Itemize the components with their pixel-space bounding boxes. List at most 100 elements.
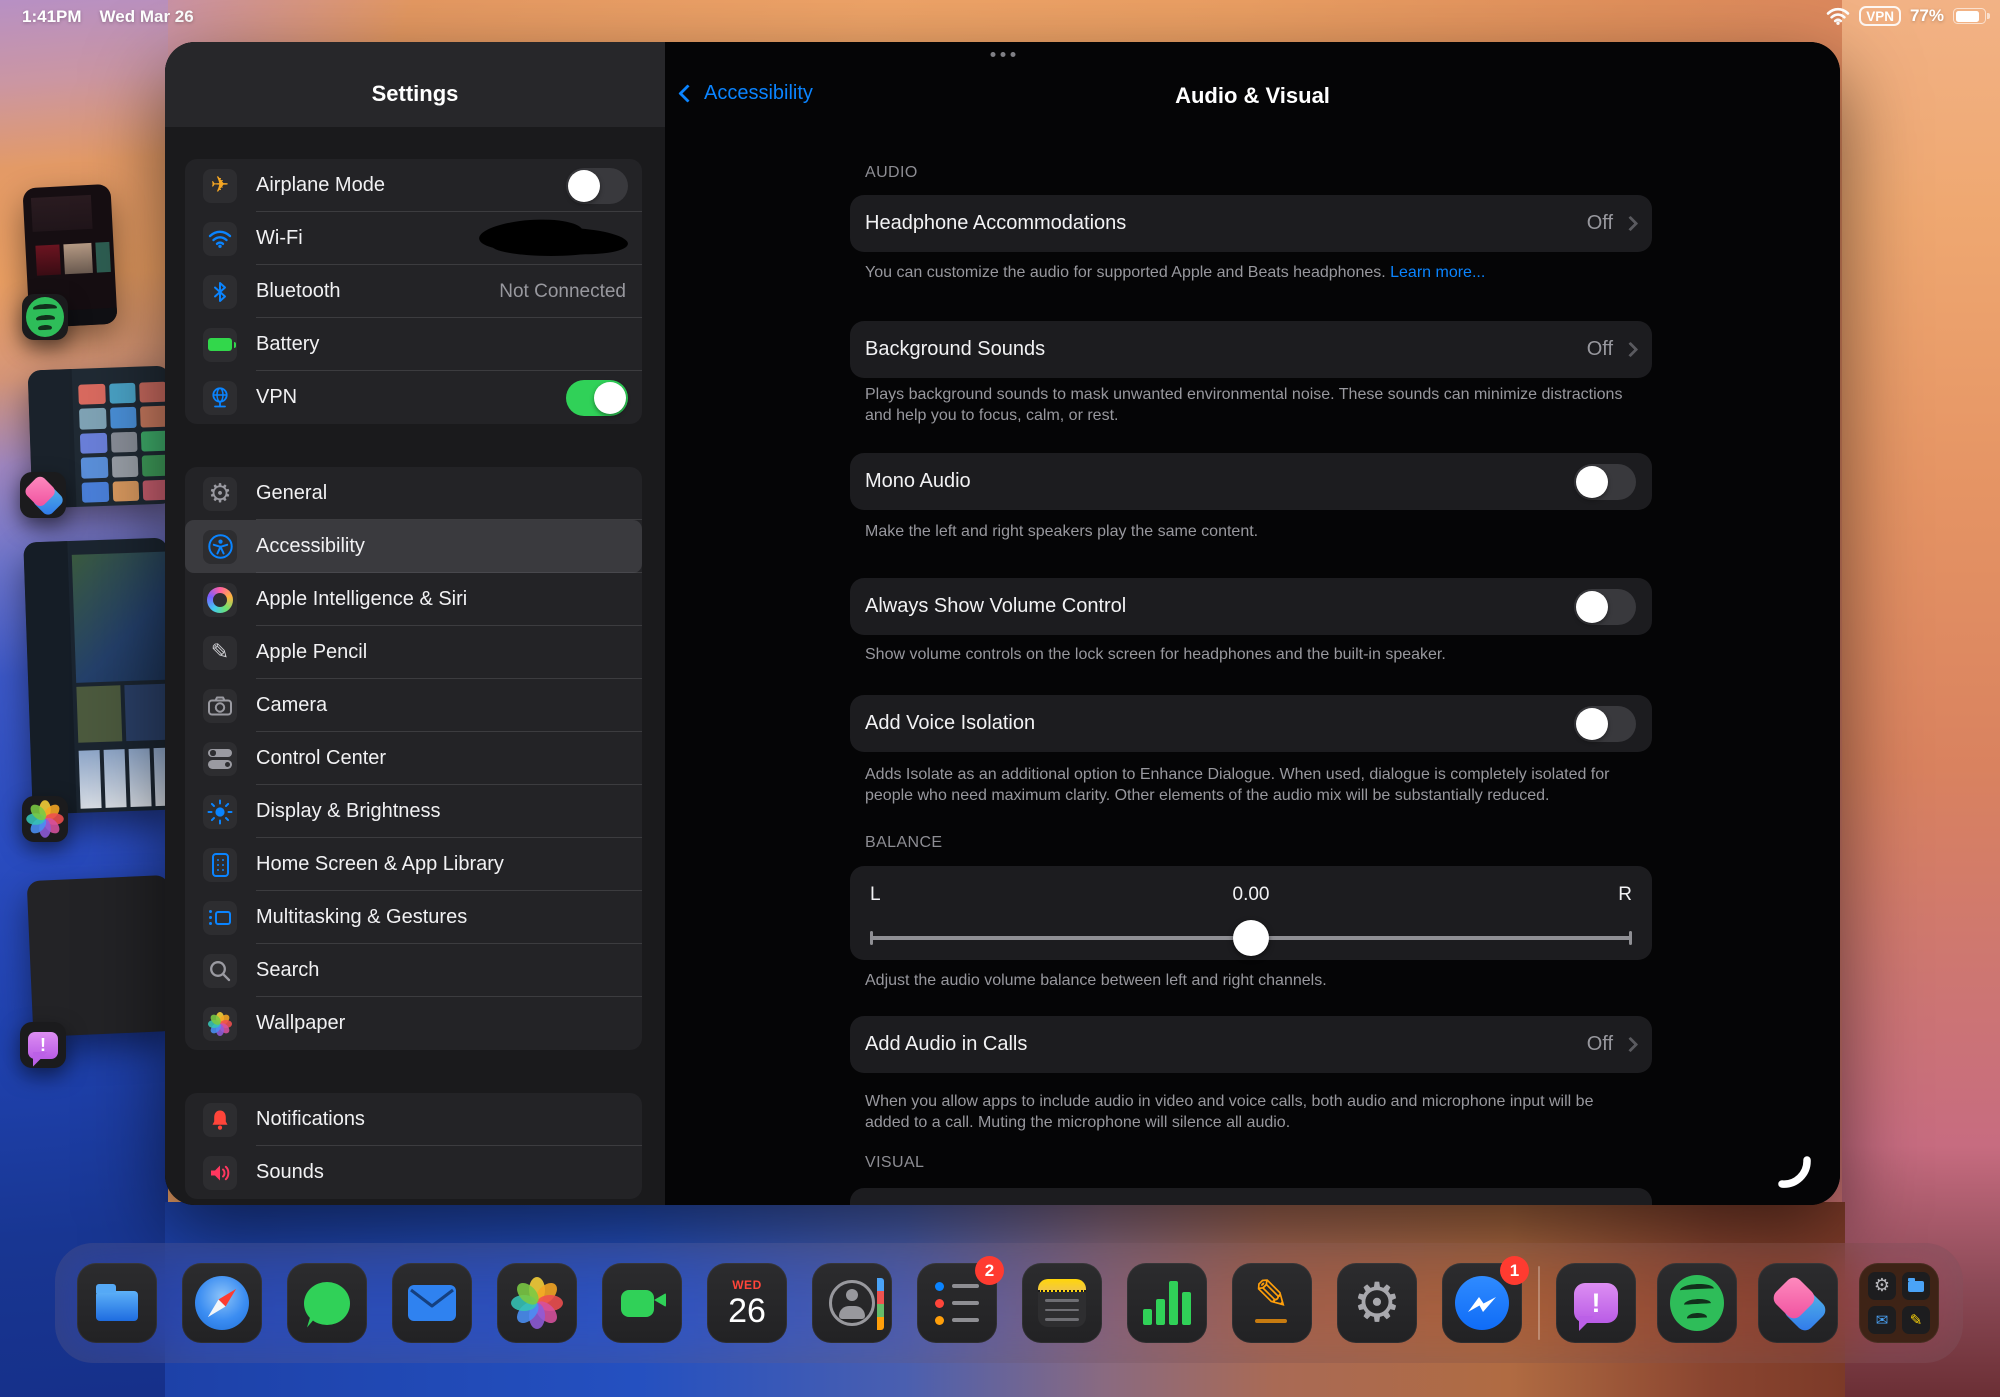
sidebar-item-vpn[interactable]: VPN [185,371,642,424]
dock-app-library-icon[interactable]: ⚙ ✉ ✎ [1859,1263,1939,1343]
sidebar-item-notifications[interactable]: Notifications [185,1093,642,1146]
dock-main-group: WED 26 2 ✎ ⚙ 1 [77,1263,1522,1343]
window-handle-icon[interactable] [990,52,1015,57]
notepad-icon [1038,1279,1086,1327]
balance-value: 0.00 [850,884,1652,906]
dock-calendar-icon[interactable]: WED 26 [707,1263,787,1343]
dock: WED 26 2 ✎ ⚙ 1 [55,1243,1963,1363]
sidebar-item-battery[interactable]: Battery [185,318,642,371]
airplane-icon: ✈ [203,169,237,203]
sidebar-item-display-brightness[interactable]: Display & Brightness [185,785,642,838]
dock-reminders-icon[interactable]: 2 [917,1263,997,1343]
sidebar-item-general[interactable]: ⚙ General [185,467,642,520]
voice-isolation-description: Adds Isolate as an additional option to … [865,765,1631,806]
sidebar-item-airplane-mode[interactable]: ✈ Airplane Mode [185,159,642,212]
statusbar-date: Wed Mar 26 [100,7,194,27]
row-headphone-accommodations[interactable]: Headphone Accommodations Off [850,195,1652,252]
learn-more-link[interactable]: Learn more... [1390,264,1485,281]
statusbar-time: 1:41PM [22,7,82,27]
dock-safari-icon[interactable] [182,1263,262,1343]
vpn-toggle[interactable] [566,380,628,416]
balance-description: Adjust the audio volume balance between … [865,971,1631,992]
checklist-icon [935,1282,979,1325]
control-center-icon [203,742,237,776]
video-camera-icon [621,1290,654,1317]
dock-messages-icon[interactable] [287,1263,367,1343]
row-mono-audio[interactable]: Mono Audio [850,453,1652,510]
mini-envelope-icon: ✉ [1876,1313,1889,1328]
always-show-volume-description: Show volume controls on the lock screen … [865,645,1631,666]
sidebar-title: Settings [372,81,459,107]
photos-flower-icon [28,800,61,837]
wallpaper-icon [203,1007,237,1041]
sidebar-item-home-screen[interactable]: Home Screen & App Library [185,838,642,891]
flower-icon [511,1277,563,1329]
dock-contacts-icon[interactable] [812,1263,892,1343]
dock-numbers-icon[interactable] [1127,1263,1207,1343]
stage-thumbnail-feedback[interactable] [27,875,176,1037]
dock-mail-icon[interactable] [392,1263,472,1343]
photos-badge-icon [22,796,68,842]
dock-notes-icon[interactable] [1022,1263,1102,1343]
spotify-waves-icon [1670,1275,1724,1331]
visual-first-row-clipped[interactable] [850,1188,1652,1205]
redaction-scribble [471,215,636,263]
pencil-icon: ✎ [203,636,237,670]
sidebar-item-multitasking[interactable]: Multitasking & Gestures [185,891,642,944]
gear-icon: ⚙ [1353,1276,1401,1330]
dock-feedback-icon[interactable]: ! [1556,1263,1636,1343]
dock-shortcuts-icon[interactable] [1758,1263,1838,1343]
multitasking-icon [203,901,237,935]
siri-ring-icon [203,583,237,617]
balance-slider[interactable] [870,928,1632,948]
dock-facetime-icon[interactable] [602,1263,682,1343]
row-always-show-volume[interactable]: Always Show Volume Control [850,578,1652,635]
sidebar-item-search[interactable]: Search [185,944,642,997]
always-show-volume-toggle[interactable] [1574,589,1636,625]
sidebar-item-bluetooth[interactable]: Bluetooth Not Connected [185,265,642,318]
feedback-badge-icon: ! [20,1022,66,1068]
airplane-mode-toggle[interactable] [566,168,628,204]
sidebar-item-wifi[interactable]: Wi-Fi [185,212,642,265]
wifi-icon [203,222,237,256]
row-background-sounds[interactable]: Background Sounds Off [850,321,1652,378]
dock-files-icon[interactable] [77,1263,157,1343]
battery-icon [1953,8,1986,24]
statusbar-right: VPN 77% [1826,6,1986,26]
orange-pen-icon: ✎ [1247,1278,1297,1328]
sidebar-item-sounds[interactable]: Sounds [185,1146,642,1199]
row-add-voice-isolation[interactable]: Add Voice Isolation [850,695,1652,752]
pencil-stroke-mark [1776,1153,1814,1191]
dock-spotify-icon[interactable] [1657,1263,1737,1343]
stage-thumbnail-photos[interactable] [23,538,176,815]
dock-messenger-icon[interactable]: 1 [1442,1263,1522,1343]
balance-card: L R 0.00 [850,866,1652,960]
section-label-balance: BALANCE [865,834,943,852]
mono-audio-toggle[interactable] [1574,464,1636,500]
wifi-status-icon [1826,7,1850,25]
envelope-icon [408,1285,456,1321]
sidebar-item-apple-intelligence[interactable]: Apple Intelligence & Siri [185,573,642,626]
settings-sidebar: Settings ✈ Airplane Mode Wi-Fi [165,42,665,1205]
dock-pages-icon[interactable]: ✎ [1232,1263,1312,1343]
dock-settings-icon[interactable]: ⚙ [1337,1263,1417,1343]
dock-separator [1538,1266,1540,1340]
sidebar-item-apple-pencil[interactable]: ✎ Apple Pencil [185,626,642,679]
voice-isolation-toggle[interactable] [1574,706,1636,742]
balance-slider-thumb[interactable] [1233,920,1269,956]
search-icon [203,954,237,988]
bar-chart-icon [1143,1281,1191,1325]
sidebar-item-wallpaper[interactable]: Wallpaper [185,997,642,1050]
dock-photos-icon[interactable] [497,1263,577,1343]
chevron-right-icon [1623,216,1639,232]
mini-folder-icon [1908,1281,1924,1292]
sidebar-group-connectivity: ✈ Airplane Mode Wi-Fi [185,159,642,424]
person-silhouette-icon [829,1280,875,1326]
row-add-audio-in-calls[interactable]: Add Audio in Calls Off [850,1016,1652,1073]
chevron-right-icon [1623,342,1639,358]
sidebar-item-camera[interactable]: Camera [185,679,642,732]
mini-pencil-icon: ✎ [1910,1313,1923,1328]
sidebar-item-control-center[interactable]: Control Center [185,732,642,785]
battery-percent: 77% [1910,6,1944,26]
sidebar-item-accessibility[interactable]: Accessibility [185,520,642,573]
